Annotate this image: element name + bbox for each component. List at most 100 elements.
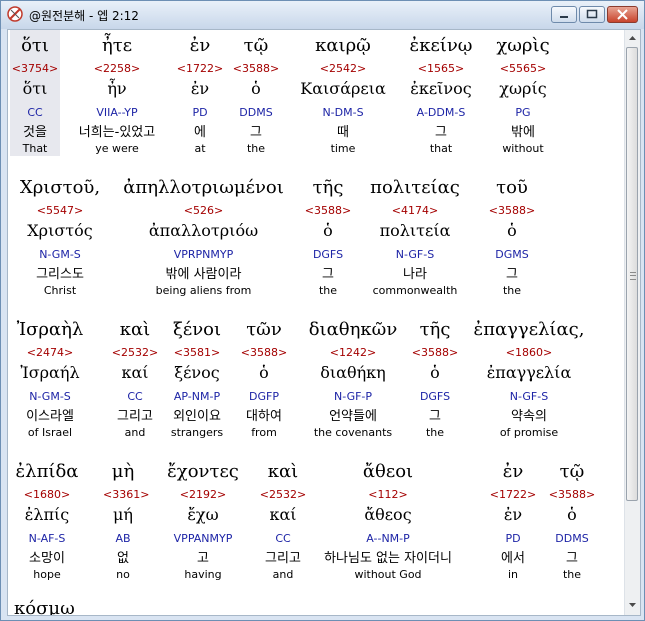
- word-lexeme: ἐν: [190, 79, 210, 98]
- word-lexeme: ἦν: [107, 79, 127, 98]
- word-strong: <1680>: [23, 488, 71, 501]
- word-strong: <1722>: [176, 62, 224, 75]
- word-korean: 소망이: [29, 551, 65, 566]
- word-korean: 고: [197, 551, 209, 566]
- word-lexeme: ὁ: [430, 363, 440, 382]
- app-window: @원전분해 - 엡 2:12 ὅτι <3754> ὅτι CC 것을 That ἦτε <2…: [0, 0, 645, 621]
- word-column[interactable]: τῆς <3588> ὁ DGFS 그 the: [410, 314, 460, 440]
- word-column[interactable]: ἔχοντες <2192> ἔχω VPPANMYP 고 having: [156, 456, 250, 582]
- word-korean: 그리스도: [36, 267, 84, 282]
- word-lexeme: ὁ: [251, 79, 261, 98]
- word-english: strangers: [170, 426, 224, 439]
- word-lexeme: χωρίς: [499, 79, 547, 98]
- arrow-down-icon: [629, 603, 636, 607]
- close-button[interactable]: [607, 6, 638, 23]
- word-strong: <2542>: [319, 62, 367, 75]
- word-column[interactable]: τῆς <3588> ὁ DGFS 그 the: [298, 172, 358, 298]
- word-korean: 그: [506, 267, 518, 282]
- title-bar[interactable]: @원전분해 - 엡 2:12: [1, 1, 644, 29]
- word-greek: τοῦ: [496, 177, 528, 198]
- word-column[interactable]: ὅτι <3754> ὅτι CC 것을 That: [10, 30, 60, 156]
- word-column[interactable]: διαθηκῶν <1242> διαθήκη N-GF-P 언약들에 the coven…: [299, 314, 407, 440]
- word-column[interactable]: τῶν <3588> ὁ DGFP 대하여 from: [233, 314, 295, 440]
- word-column[interactable]: χωρὶς <5565> χωρίς PG 밖에 without: [484, 30, 562, 156]
- word-column[interactable]: Χριστοῦ, <5547> Χριστός N-GM-S 그리스도 Christ: [10, 172, 110, 298]
- word-strong: <112>: [368, 488, 408, 501]
- word-lexeme: ἐκεῖνος: [410, 79, 472, 98]
- word-parsing: N-GF-S: [395, 248, 435, 261]
- word-lexeme: ξένος: [174, 363, 220, 382]
- word-english: That: [22, 142, 48, 155]
- word-lexeme: μή: [113, 505, 133, 524]
- word-korean: 그: [322, 267, 334, 282]
- word-korean: 그리고: [117, 409, 153, 424]
- word-english: being aliens from: [155, 284, 252, 297]
- word-column[interactable]: Ἰσραὴλ <2474> Ἰσραήλ N-GM-S 이스라엘 of Israel: [10, 314, 90, 440]
- maximize-icon: [586, 9, 598, 19]
- word-column[interactable]: τῷ <3588> ὁ DDMS 그 the: [230, 30, 282, 156]
- word-column[interactable]: ἐπαγγελίας, <1860> ἐπαγγελία N-GF-S 약속의 of pr…: [465, 314, 593, 440]
- scrollbar-thumb[interactable]: [626, 47, 638, 501]
- word-greek: ἐπαγγελίας,: [473, 319, 585, 340]
- word-english: having: [184, 568, 222, 581]
- word-column[interactable]: τοῦ <3588> ὁ DGMS 그 the: [480, 172, 544, 298]
- word-strong: <3754>: [11, 62, 59, 75]
- word-column[interactable]: ἐν <1722> ἐν PD 에 at: [176, 30, 224, 156]
- word-korean: 이스라엘: [26, 409, 74, 424]
- word-column[interactable]: καὶ <2532> καί CC 그리고 and: [106, 314, 164, 440]
- word-strong: <2258>: [93, 62, 141, 75]
- word-column[interactable]: μὴ <3361> μή AB 없 no: [103, 456, 149, 582]
- word-english: and: [124, 426, 146, 439]
- word-english: that: [429, 142, 453, 155]
- word-greek: διαθηκῶν: [308, 319, 398, 340]
- word-column[interactable]: ἄθεοι <112> ἄθεος A--NM-P 하나님도 없는 자이더니 withou…: [307, 456, 469, 582]
- word-lexeme: ἄθεος: [364, 505, 412, 524]
- word-english: commonwealth: [372, 284, 458, 297]
- word-korean: 대하여: [246, 409, 282, 424]
- word-english: no: [116, 568, 130, 581]
- word-strong: <1722>: [489, 488, 537, 501]
- word-english: the: [425, 426, 445, 439]
- word-english: Christ: [43, 284, 77, 297]
- word-parsing: DGFS: [419, 390, 451, 403]
- word-lexeme: ἐπαγγελία: [486, 363, 572, 382]
- word-column[interactable]: ἐλπίδα <1680> ἐλπίς N-AF-S 소망이 hope: [10, 456, 84, 582]
- minimize-button[interactable]: [551, 6, 577, 23]
- word-greek: καιρῷ: [315, 35, 371, 56]
- grip-icon: [630, 272, 636, 280]
- word-strong: <3588>: [232, 62, 280, 75]
- word-korean: 없: [117, 551, 129, 566]
- word-greek: ἔχοντες: [167, 461, 239, 482]
- word-greek: καὶ: [119, 319, 151, 340]
- scroll-up-button[interactable]: [626, 31, 639, 46]
- word-lexeme: καί: [269, 505, 297, 524]
- word-greek: ξένοι: [172, 319, 222, 340]
- partial-next-word: κόσμῳ: [14, 598, 75, 616]
- word-lexeme: ἐν: [503, 505, 523, 524]
- word-column[interactable]: ἀπηλλοτριωμένοι <526> ἀπαλλοτριόω VPRPNMYP 밖…: [113, 172, 294, 298]
- word-column[interactable]: ξένοι <3581> ξένος AP-NM-P 외인이요 strangers: [165, 314, 229, 440]
- word-column[interactable]: τῷ <3588> ὁ DDMS 그 the: [544, 456, 600, 582]
- window-title: @원전분해 - 엡 2:12: [29, 9, 139, 23]
- word-strong: <2532>: [111, 346, 159, 359]
- word-column[interactable]: ἦτε <2258> ἦν VIIA--YP 너희는-있었고 ye were: [62, 30, 172, 156]
- word-parsing: A--NM-P: [366, 532, 410, 545]
- vertical-scrollbar[interactable]: [624, 30, 640, 615]
- word-column[interactable]: ἐκείνῳ <1565> ἐκεῖνος A-DDM-S 그 that: [403, 30, 479, 156]
- word-english: ye were: [95, 142, 139, 155]
- word-strong: <4174>: [391, 204, 439, 217]
- word-english: time: [330, 142, 356, 155]
- word-column[interactable]: ἐν <1722> ἐν PD 에서 in: [484, 456, 542, 582]
- word-korean: 그리고: [265, 551, 301, 566]
- word-column[interactable]: καιρῷ <2542> Καισάρεια N-DM-S 때 time: [284, 30, 402, 156]
- word-parsing: CC: [127, 390, 143, 403]
- word-english: the: [562, 568, 582, 581]
- word-column[interactable]: πολιτείας <4174> πολιτεία N-GF-S 나라 commonwea…: [366, 172, 464, 298]
- word-english: the: [502, 284, 522, 297]
- word-english: the: [318, 284, 338, 297]
- word-english: in: [507, 568, 519, 581]
- word-korean: 그: [566, 551, 578, 566]
- maximize-button[interactable]: [579, 6, 605, 23]
- scroll-down-button[interactable]: [626, 598, 639, 613]
- word-column[interactable]: καὶ <2532> καί CC 그리고 and: [253, 456, 313, 582]
